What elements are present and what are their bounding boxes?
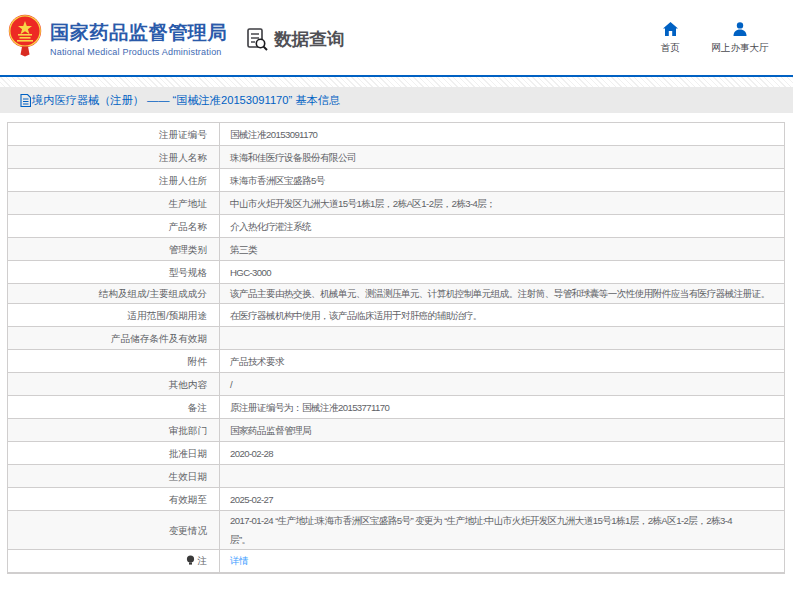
nav-hall[interactable]: 网上办事大厅 (705, 22, 775, 55)
table-row: 注 详情 (8, 550, 785, 573)
row-value: 中山市火炬开发区九洲大道15号1栋1层，2栋A区1-2层，2栋3-4层； (220, 192, 785, 215)
nav-home-label: 首页 (650, 42, 690, 55)
row-label: 型号规格 (8, 261, 220, 284)
content-gap (0, 113, 793, 122)
row-label: 附件 (8, 350, 220, 373)
row-value: 国械注准20153091170 (220, 123, 785, 146)
row-value: / (220, 373, 785, 396)
row-value: 该产品主要由热交换、机械单元、测温测压单元、计算机控制单元组成。注射筒、导管和球… (220, 284, 785, 304)
table-row: 注册人名称珠海和佳医疗设备股份有限公司 (8, 146, 785, 169)
table-row: 产品名称介入热化疗灌注系统 (8, 215, 785, 238)
row-value: 介入热化疗灌注系统 (220, 215, 785, 238)
table-row: 注册证编号国械注准20153091170 (8, 123, 785, 146)
row-value: 2025-02-27 (220, 488, 785, 511)
table-row: 备注原注册证编号为：国械注准20153771170 (8, 396, 785, 419)
row-label: 注 (8, 550, 220, 573)
row-label: 其他内容 (8, 373, 220, 396)
row-value: 珠海和佳医疗设备股份有限公司 (220, 146, 785, 169)
row-value: 国家药品监督管理局 (220, 419, 785, 442)
nav-hall-label: 网上办事大厅 (705, 42, 775, 55)
row-label: 批准日期 (8, 442, 220, 465)
table-row: 型号规格HGC-3000 (8, 261, 785, 284)
row-value: HGC-3000 (220, 261, 785, 284)
data-query-icon (245, 27, 269, 51)
table-row: 生效日期 (8, 465, 785, 488)
breadcrumb: 境内医疗器械（注册） —— “国械注准20153091170” 基本信息 (32, 93, 340, 108)
row-value: 2020-02-28 (220, 442, 785, 465)
bulb-icon (186, 555, 195, 565)
row-label: 结构及组成/主要组成成分 (8, 284, 220, 304)
row-label: 注册人名称 (8, 146, 220, 169)
data-query-section: 数据查询 (245, 27, 344, 51)
user-icon (733, 22, 747, 36)
row-value (220, 327, 785, 350)
row-label: 生产地址 (8, 192, 220, 215)
table-row: 生产地址中山市火炬开发区九洲大道15号1栋1层，2栋A区1-2层，2栋3-4层； (8, 192, 785, 215)
table-row: 有效期至2025-02-27 (8, 488, 785, 511)
row-value: 2017-01-24 “生产地址:珠海市香洲区宝盛路5号” 变更为 “生产地址:… (220, 511, 785, 550)
registration-info-table: 注册证编号国械注准20153091170注册人名称珠海和佳医疗设备股份有限公司注… (7, 122, 785, 574)
row-label: 生效日期 (8, 465, 220, 488)
document-icon (20, 94, 31, 107)
data-query-title: 数据查询 (274, 27, 344, 51)
row-label: 产品储存条件及有效期 (8, 327, 220, 350)
row-label: 适用范围/预期用途 (8, 304, 220, 327)
table-row: 注册人住所珠海市香洲区宝盛路5号 (8, 169, 785, 192)
row-value: 产品技术要求 (220, 350, 785, 373)
row-label: 有效期至 (8, 488, 220, 511)
table-row: 管理类别第三类 (8, 238, 785, 261)
row-label: 注册证编号 (8, 123, 220, 146)
hatch-band (0, 77, 793, 87)
row-value (220, 465, 785, 488)
row-label-text: 注 (197, 555, 207, 566)
nav-home[interactable]: 首页 (650, 22, 690, 55)
row-value: 第三类 (220, 238, 785, 261)
row-value: 珠海市香洲区宝盛路5号 (220, 169, 785, 192)
home-icon (663, 22, 678, 36)
breadcrumb-bar: 境内医疗器械（注册） —— “国械注准20153091170” 基本信息 (0, 87, 793, 113)
row-label: 备注 (8, 396, 220, 419)
row-label: 注册人住所 (8, 169, 220, 192)
row-value: 原注册证编号为：国械注准20153771170 (220, 396, 785, 419)
table-row: 审批部门国家药品监督管理局 (8, 419, 785, 442)
row-value: 详情 (220, 550, 785, 573)
table-row: 批准日期2020-02-28 (8, 442, 785, 465)
table-row: 变更情况2017-01-24 “生产地址:珠海市香洲区宝盛路5号” 变更为 “生… (8, 511, 785, 550)
site-header: 国家药品监督管理局 National Medical Products Admi… (0, 0, 793, 75)
table-row: 结构及组成/主要组成成分该产品主要由热交换、机械单元、测温测压单元、计算机控制单… (8, 284, 785, 304)
org-name: 国家药品监督管理局 (50, 21, 227, 45)
org-name-en: National Medical Products Administration (50, 47, 227, 57)
row-label: 管理类别 (8, 238, 220, 261)
table-row: 其他内容/ (8, 373, 785, 396)
row-value: 在医疗器械机构中使用，该产品临床适用于对肝癌的辅助治疗。 (220, 304, 785, 327)
row-label: 变更情况 (8, 511, 220, 550)
row-label: 产品名称 (8, 215, 220, 238)
table-row: 附件产品技术要求 (8, 350, 785, 373)
detail-link[interactable]: 详情 (230, 555, 248, 566)
row-label: 审批部门 (8, 419, 220, 442)
table-row: 适用范围/预期用途在医疗器械机构中使用，该产品临床适用于对肝癌的辅助治疗。 (8, 304, 785, 327)
table-row: 产品储存条件及有效期 (8, 327, 785, 350)
nmpa-emblem-logo (8, 13, 42, 58)
